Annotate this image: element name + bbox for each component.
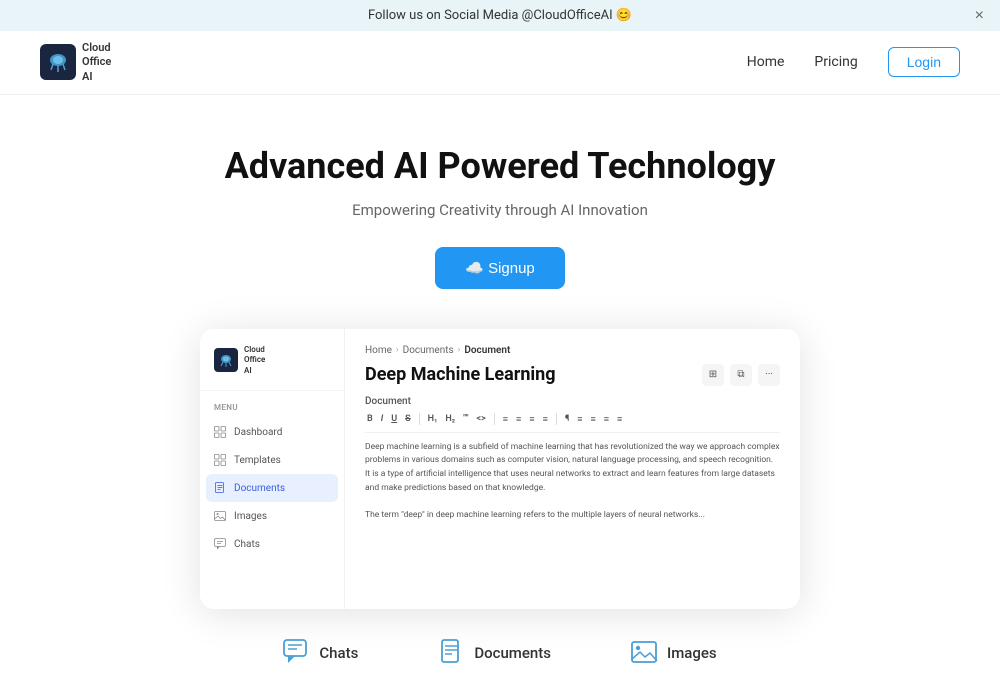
breadcrumb-documents: Documents [403, 345, 454, 356]
feature-images-label: Images [667, 644, 717, 662]
toolbar-sep3 [556, 413, 557, 425]
sidebar-logo-text: CloudOfficeAI [244, 345, 265, 376]
doc-title-row: Deep Machine Learning ⊞ ⧉ ··· [365, 364, 780, 386]
doc-para1: Deep machine learning is a subfield of m… [365, 441, 780, 495]
sidebar-templates-label: Templates [234, 455, 281, 466]
preview-sidebar: CloudOfficeAI MENU Dashboard [200, 329, 345, 609]
close-announcement-button[interactable]: × [975, 7, 984, 25]
toolbar-align-justify[interactable]: ≡ [615, 413, 624, 426]
nav-links: Home Pricing Login [747, 47, 960, 77]
images-icon [214, 510, 226, 522]
logo: CloudOfficeAI [40, 41, 111, 84]
nav-pricing-link[interactable]: Pricing [814, 54, 857, 70]
chats-icon [214, 538, 226, 550]
preview-main: Home › Documents › Document Deep Machine… [345, 329, 800, 609]
toolbar-h1[interactable]: H₁ [426, 413, 440, 425]
doc-duplicate-button[interactable]: ⧉ [730, 364, 752, 386]
hero-section: Advanced AI Powered Technology Empowerin… [0, 95, 1000, 319]
logo-text: CloudOfficeAI [82, 41, 111, 84]
feature-documents-label: Documents [474, 644, 551, 662]
doc-para2: The term "deep" in deep machine learning… [365, 509, 780, 523]
sidebar-item-dashboard[interactable]: Dashboard [200, 418, 344, 446]
breadcrumb-sep1: › [396, 345, 399, 355]
doc-actions: ⊞ ⧉ ··· [702, 364, 780, 386]
nav-home-link[interactable]: Home [747, 54, 785, 70]
toolbar-align-center[interactable]: ≡ [589, 413, 598, 426]
toolbar-align-right[interactable]: ≡ [602, 413, 611, 426]
sidebar-dashboard-label: Dashboard [234, 427, 282, 438]
editor-toolbar: B I U S H₁ H₂ "" <> ≡ ≡ ≡ ≡ ¶ ≡ ≡ ≡ ≡ [365, 413, 780, 433]
app-preview: CloudOfficeAI MENU Dashboard [0, 329, 1000, 609]
sidebar-logo-area: CloudOfficeAI [200, 345, 344, 391]
toolbar-bold[interactable]: B [365, 413, 375, 425]
login-button[interactable]: Login [888, 47, 960, 77]
feature-chats-label: Chats [319, 644, 358, 662]
toolbar-italic[interactable]: I [379, 413, 386, 425]
preview-window: CloudOfficeAI MENU Dashboard [200, 329, 800, 609]
feature-chats: Chats [283, 639, 358, 667]
sidebar-item-templates[interactable]: Templates [200, 446, 344, 474]
sidebar-logo-icon [214, 348, 238, 372]
feature-documents: Documents [438, 639, 551, 667]
breadcrumb-document: Document [464, 345, 510, 356]
feature-images: Images [631, 639, 717, 667]
signup-button[interactable]: ☁️ Signup [435, 247, 565, 289]
toolbar-code[interactable]: <> [475, 413, 488, 425]
toolbar-para[interactable]: ¶ [563, 413, 571, 425]
doc-title: Deep Machine Learning [365, 364, 556, 385]
chats-feature-icon [283, 639, 311, 667]
toolbar-sep1 [419, 413, 420, 425]
sidebar-menu-label: MENU [200, 391, 344, 418]
toolbar-h2[interactable]: H₂ [443, 413, 457, 425]
toolbar-strike[interactable]: S [403, 413, 413, 425]
sidebar-chats-label: Chats [234, 539, 260, 550]
documents-feature-icon [438, 639, 466, 667]
sidebar-item-chats[interactable]: Chats [200, 530, 344, 558]
documents-icon [214, 482, 226, 494]
hero-title: Advanced AI Powered Technology [20, 145, 980, 187]
doc-copy-button[interactable]: ⊞ [702, 364, 724, 386]
toolbar-ul[interactable]: ≡ [501, 413, 510, 426]
announcement-bar: Follow us on Social Media @CloudOfficeAI… [0, 0, 1000, 31]
toolbar-sep2 [494, 413, 495, 425]
document-section-label: Document [365, 396, 780, 407]
breadcrumb-home: Home [365, 345, 392, 356]
logo-icon [40, 44, 76, 80]
sidebar-images-label: Images [234, 511, 267, 522]
dashboard-icon [214, 426, 226, 438]
announcement-text: Follow us on Social Media @CloudOfficeAI… [368, 8, 632, 23]
toolbar-outdent[interactable]: ≡ [541, 413, 550, 426]
features-bar: Chats Documents Images [0, 619, 1000, 687]
templates-icon [214, 454, 226, 466]
images-feature-icon [631, 639, 659, 667]
sidebar-item-documents[interactable]: Documents [206, 474, 338, 502]
doc-more-button[interactable]: ··· [758, 364, 780, 386]
toolbar-ol[interactable]: ≡ [514, 413, 523, 426]
toolbar-indent[interactable]: ≡ [527, 413, 536, 426]
sidebar-documents-label: Documents [234, 483, 285, 494]
navbar: CloudOfficeAI Home Pricing Login [0, 31, 1000, 95]
doc-content: Deep machine learning is a subfield of m… [365, 441, 780, 523]
breadcrumb: Home › Documents › Document [365, 345, 780, 356]
hero-subtitle: Empowering Creativity through AI Innovat… [20, 201, 980, 219]
sidebar-item-images[interactable]: Images [200, 502, 344, 530]
breadcrumb-sep2: › [458, 345, 461, 355]
toolbar-quote[interactable]: "" [461, 413, 470, 425]
toolbar-align-left[interactable]: ≡ [575, 413, 584, 426]
toolbar-underline[interactable]: U [389, 413, 399, 425]
